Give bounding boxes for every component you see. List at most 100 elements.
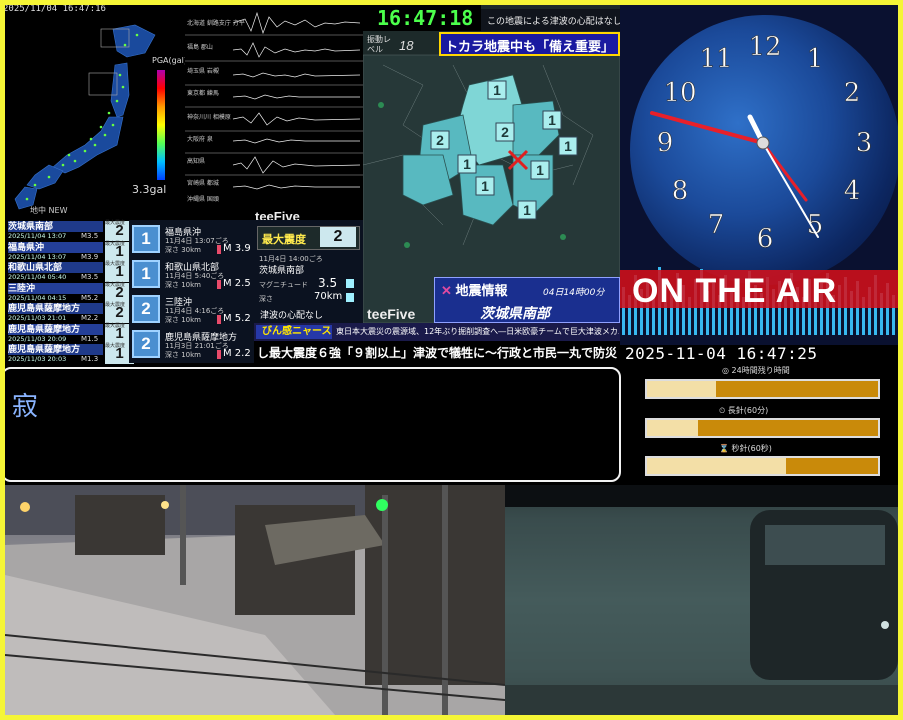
quake-list-intensity-label: 最大震度 <box>105 281 126 288</box>
quake-card-mag-bar <box>217 245 221 254</box>
level-label: 振動レベル <box>367 35 391 54</box>
quake-list-intensity-label: 最大震度 <box>105 322 126 329</box>
quake-card-intensity: 1 <box>132 225 160 253</box>
quake-list-name: 茨城県南部 <box>8 221 103 232</box>
seismo-station-6: 高知県 <box>187 157 205 165</box>
quake-list-mag: M3.5 <box>81 232 99 240</box>
max-place: 茨城県南部 <box>259 266 305 276</box>
progress-fill <box>647 381 717 397</box>
seismo-station-8: 沖縄県 国頭 <box>187 195 219 203</box>
intensity-label-3: 2 <box>501 124 509 140</box>
tsunami-label: 津波の心配なし <box>260 311 324 321</box>
minute-hand <box>761 141 808 202</box>
quake-list-mag: M2.2 <box>81 314 99 322</box>
mag-indicator <box>346 279 354 288</box>
quake-card-mag-bar <box>217 315 221 324</box>
quake-info-title-text: 地震情報 <box>455 283 508 298</box>
progress-rest <box>785 458 878 474</box>
max-intensity-value: 2 <box>320 227 356 247</box>
brand-logo: teeFive <box>367 306 416 322</box>
numeral-3: 3 <box>856 128 873 158</box>
datetime-display: 2025-11-04 16:47:25 <box>625 344 818 363</box>
progress-bar-minute <box>645 418 880 438</box>
quake-list-date: 2025/11/03 20:09 <box>8 334 67 343</box>
tsunami-strip-text: この地震による津波の心配はなし <box>487 17 620 27</box>
quake-list-date: 2025/11/04 05:40 <box>8 273 67 281</box>
bar-label-day: ◎ 24時間残り時間 <box>722 366 790 375</box>
quake-card-mag: M 3.9 <box>223 243 251 254</box>
max-depth-label: 深さ <box>259 295 273 303</box>
quake-card-depth: 深さ 10km <box>165 351 202 359</box>
quake-card-intensity: 2 <box>132 330 160 358</box>
street-scene <box>5 485 505 715</box>
quake-card-depth: 深さ 10km <box>165 281 202 289</box>
map-timestamp: 2025/11/04 16:47:16 <box>3 4 106 14</box>
depth-indicator <box>346 293 354 302</box>
progress-rest <box>697 420 878 436</box>
clock-center <box>756 136 770 150</box>
progress-fill <box>647 458 786 474</box>
quake-list-name: 三陸沖 <box>8 282 103 294</box>
quake-list-mag: M3.5 <box>81 273 99 281</box>
quake-card-mag-bar <box>217 350 221 359</box>
quake-list-mag: M1.5 <box>81 334 99 343</box>
quake-card-intensity: 1 <box>132 260 160 288</box>
quake-list-date: 2025/11/04 13:07 <box>8 232 67 240</box>
intensity-label-0: 1 <box>493 82 501 98</box>
progress-fill <box>647 420 698 436</box>
quake-card: 2 三陸沖 11月4日 4:16ごろ 深さ 10km M 5.2 <box>129 293 254 328</box>
max-intensity-label: 最大震度 <box>262 234 306 246</box>
quake-list-mag: M1.3 <box>81 355 99 363</box>
numeral-12: 12 <box>748 32 781 62</box>
intensity-label-4: 1 <box>463 156 471 172</box>
quake-info-title: ✕ 地震情報 <box>441 280 508 299</box>
seismograph-panel: 北海道 釧路支庁 方平 福島 郡山 埼玉県 岩槻 東京都 練馬 神奈川川 相模原… <box>185 5 363 220</box>
quake-card-depth: 深さ 30km <box>165 246 202 254</box>
map-clock: 16:47:18 <box>363 5 481 31</box>
on-air-label: ON THE AIR <box>632 272 838 310</box>
brand-logo: teeFive <box>255 209 300 220</box>
quake-card-depth: 深さ 10km <box>165 316 202 324</box>
quake-card-mag-bar <box>217 280 221 289</box>
subtitle-box <box>1 367 621 482</box>
numeral-11: 11 <box>699 44 732 74</box>
seismo-station-7: 宮崎県 都城 <box>187 179 219 187</box>
quake-list-name: 和歌山県北部 <box>8 262 103 273</box>
quake-info-place: 茨城県南部 <box>480 305 550 321</box>
numeral-10: 10 <box>663 78 696 108</box>
road-camera-feed <box>505 485 898 715</box>
intensity-label-6: 1 <box>536 162 544 178</box>
max-depth-value: 70km <box>314 291 343 302</box>
level-value: 18 <box>399 38 414 53</box>
intensity-map-panel: 1 1 2 2 1 1 1 1 1 16:47:18 この地震による津波の心配は… <box>363 5 620 323</box>
quake-list-name: 鹿児島県薩摩地方 <box>8 344 103 355</box>
bar-label-second: ⌛ 秒針(60秒) <box>719 444 772 453</box>
numeral-5: 5 <box>807 210 824 240</box>
pga-color-scale <box>157 70 165 180</box>
quake-card: 2 鹿児島県薩摩地方 11月3日 21:01ごろ 深さ 10km M 2.2 <box>129 328 254 363</box>
quake-list-name: 福島県沖 <box>8 241 103 253</box>
subtitle-text: 寂 <box>12 392 39 422</box>
news-tag: びん感ニャース <box>256 325 332 339</box>
numeral-8: 8 <box>672 176 689 206</box>
quake-card-intensity: 2 <box>132 295 160 323</box>
seismo-station-1: 福島 郡山 <box>187 43 213 51</box>
quake-list-intensity-label: 最大震度 <box>105 261 126 267</box>
seismograph-traces: 北海道 釧路支庁 方平 福島 郡山 埼玉県 岩槻 東京都 練馬 神奈川川 相模原… <box>185 11 363 203</box>
quake-list-intensity-label: 最大震度 <box>105 302 126 308</box>
quake-list-row: 鹿児島県薩摩地方 2025/11/03 20:03 M1.3 1 最大震度 <box>5 343 134 365</box>
intensity-label-1: 1 <box>548 112 556 128</box>
quake-card-mag: M 2.2 <box>223 348 251 359</box>
quake-list-mag: M3.9 <box>81 252 99 261</box>
map-bottom-label: 地中 NEW <box>30 206 68 215</box>
seismo-station-4: 神奈川川 相模原 <box>187 113 231 121</box>
numeral-4: 4 <box>844 176 861 206</box>
progress-bar-day <box>645 379 880 399</box>
news-ticker-text: し最大震度６強「９割以上」津波で犠牲に～行政と市民一丸で防災・減 <box>257 346 619 360</box>
numeral-1: 1 <box>807 44 824 74</box>
numeral-2: 2 <box>844 78 861 108</box>
quake-card: 1 和歌山県北部 11月4日 5:40ごろ 深さ 10km M 2.5 <box>129 258 254 293</box>
quake-card-mag: M 2.5 <box>223 278 251 289</box>
road-scene <box>505 485 898 715</box>
numeral-6: 6 <box>757 224 774 254</box>
